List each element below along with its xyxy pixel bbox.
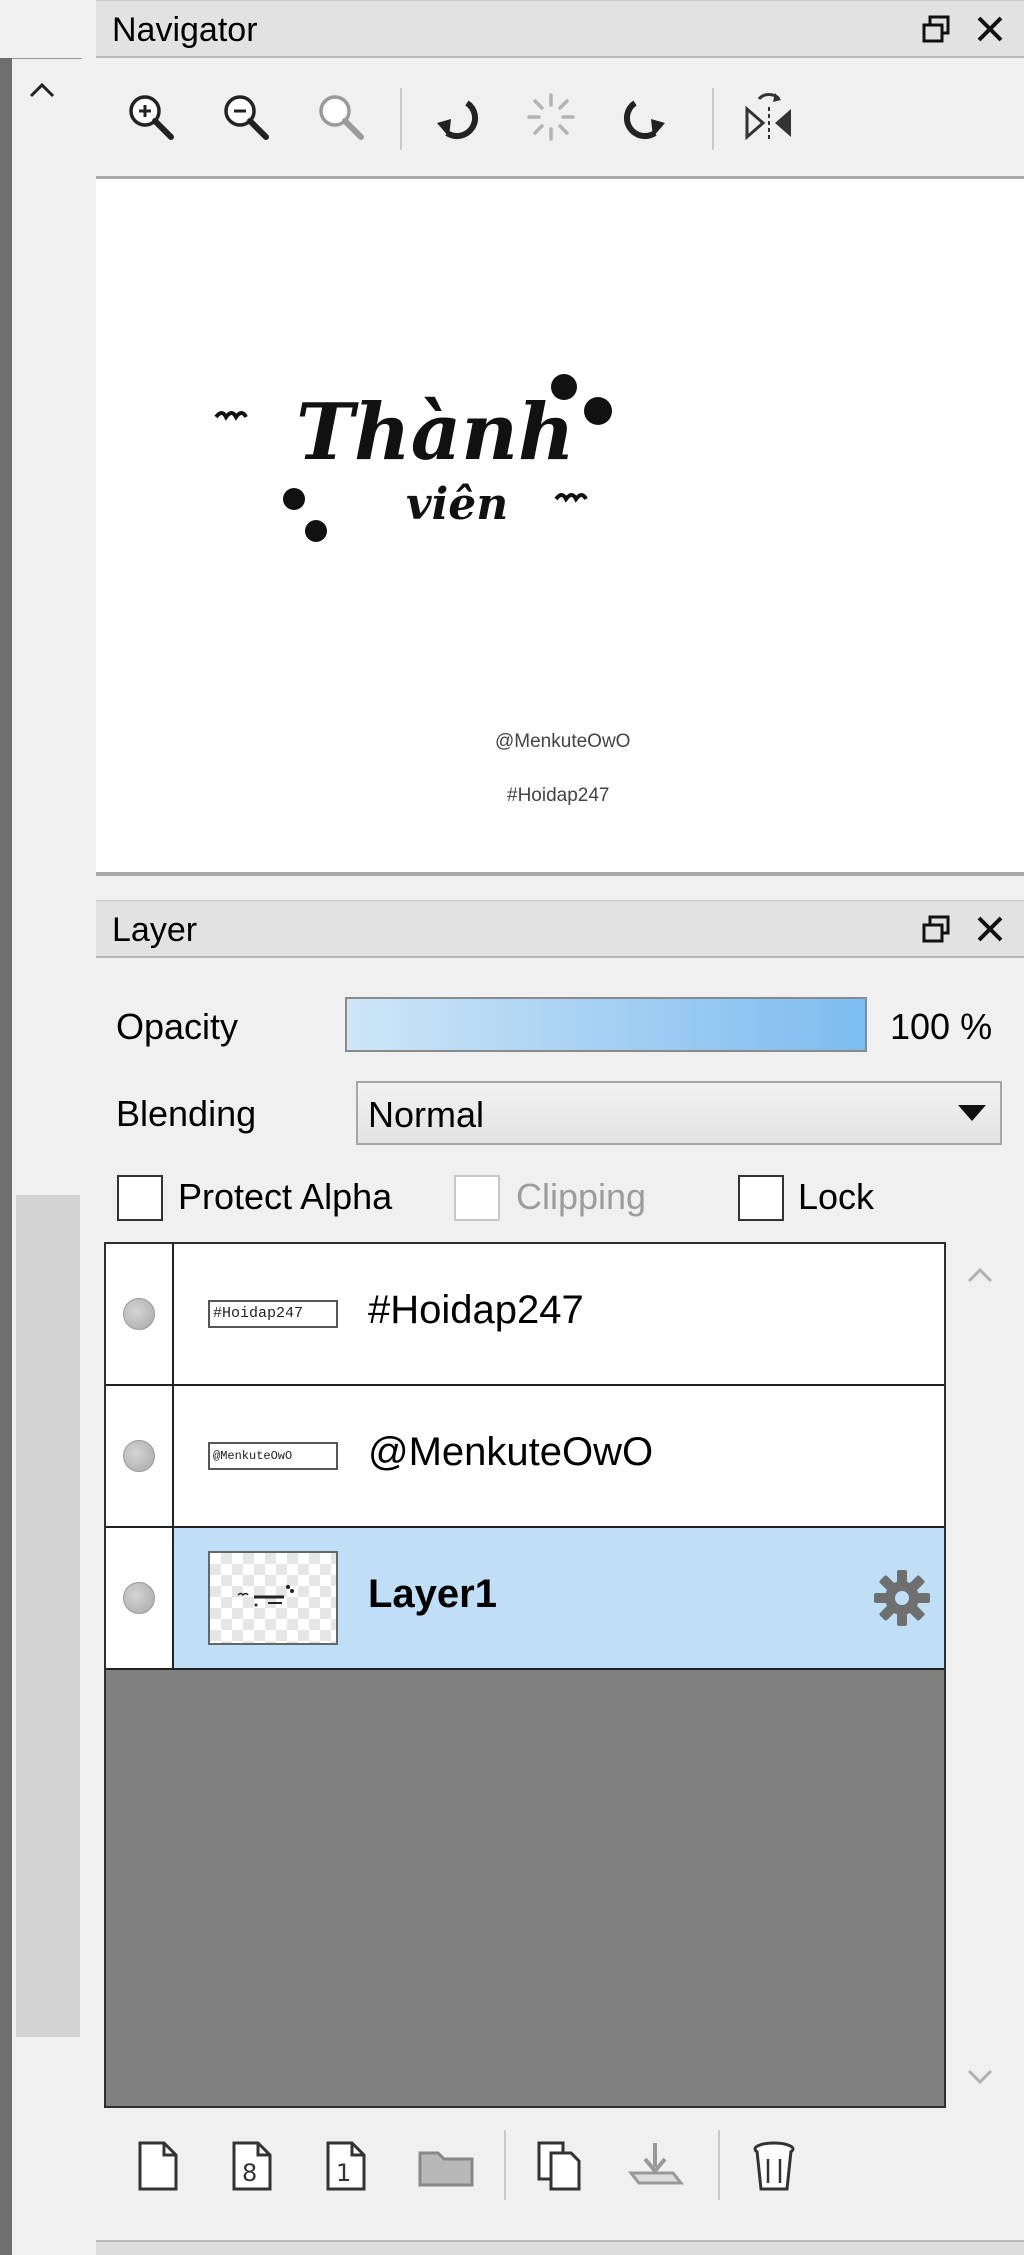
restore-window-icon [922,15,950,43]
rotate-reset-icon [527,93,575,141]
blending-selected-value: Normal [368,1094,485,1135]
rotate-left-button[interactable] [420,82,490,152]
layer-float-button[interactable] [914,907,958,951]
toolbar-separator [718,2130,720,2200]
artwork-tag-text: #Hoidap247 [507,785,610,806]
delete-layer-button[interactable] [742,2132,806,2200]
zoom-out-icon [224,95,269,140]
flip-horizontal-icon [745,93,791,141]
opacity-value: 100 % [890,1006,993,1047]
scroll-track-divider [12,58,82,59]
navigator-close-button[interactable] [968,7,1012,51]
protect-alpha-checkbox[interactable] [117,1175,163,1221]
opacity-label: Opacity [116,1006,239,1047]
blending-label: Blending [116,1093,257,1134]
new-folder-button[interactable] [414,2132,478,2200]
rotate-right-button[interactable] [612,82,682,152]
toolbar-separator [400,88,402,150]
chevron-up-icon[interactable] [966,1266,994,1284]
layer-name: @MenkuteOwO [368,1430,654,1474]
lock-checkbox[interactable] [738,1175,784,1221]
lock-label: Lock [798,1176,875,1217]
layer-thumbnail [208,1551,338,1645]
new-layer-icon [138,2141,178,2191]
app-root: Navigator Thành viên @MenkuteOwO #Hoidap… [0,0,1024,2255]
layer-row-selected[interactable]: Layer1 [106,1528,944,1670]
close-icon [977,916,1003,942]
panel-bottom-edge [96,2240,1024,2255]
layer-toolbar: 8 1 [96,2112,1024,2222]
svg-text:Thành: Thành [296,387,575,478]
layer-row[interactable]: @MenkuteOwO @MenkuteOwO [106,1386,944,1528]
clipping-checkbox[interactable] [454,1175,500,1221]
zoom-reset-icon [319,95,364,140]
new-folder-icon [418,2151,474,2187]
artwork-handle-text: @MenkuteOwO [495,731,631,752]
protect-alpha-label: Protect Alpha [178,1176,393,1217]
duplicate-layer-icon [537,2141,581,2191]
rotate-left-icon [437,100,478,140]
svg-text:8: 8 [242,2159,257,2187]
restore-window-icon [922,915,950,943]
visibility-dot-icon [123,1582,155,1614]
flip-horizontal-button[interactable] [734,82,804,152]
zoom-in-icon [129,95,174,140]
layer-thumbnail: @MenkuteOwO [208,1442,338,1470]
navigator-preview[interactable]: Thành viên @MenkuteOwO #Hoidap247 [96,176,1024,876]
layer-row[interactable]: #Hoidap247 #Hoidap247 [106,1244,944,1386]
layer-name: Layer1 [368,1572,497,1616]
new-8bit-layer-icon: 8 [232,2141,272,2191]
layer-list-scrollbar[interactable] [952,1242,1008,2108]
visibility-dot-icon [123,1440,155,1472]
svg-text:1: 1 [336,2159,351,2187]
svg-text:viên: viên [406,479,508,530]
chevron-up-icon [29,82,55,98]
new-1bit-layer-button[interactable]: 1 [314,2132,378,2200]
chevron-down-icon[interactable] [966,2068,994,2086]
rotate-reset-button[interactable] [516,82,586,152]
layer-close-button[interactable] [968,907,1012,951]
clipping-label: Clipping [516,1176,647,1217]
layer-list: #Hoidap247 #Hoidap247 @MenkuteOwO @Menku… [104,1242,946,2108]
navigator-float-button[interactable] [914,7,958,51]
layer-thumbnail: #Hoidap247 [208,1300,338,1328]
navigator-title: Navigator [112,11,258,49]
artwork-preview-image: Thành viên [214,374,612,542]
canvas-scroll-area [0,0,96,2255]
layer-thumbnail-art [237,1585,294,1607]
new-layer-button[interactable] [126,2132,190,2200]
toolbar-separator [712,88,714,150]
layer-panel-title: Layer [112,911,198,949]
visibility-dot-icon [123,1298,155,1330]
merge-down-button[interactable] [624,2132,688,2200]
merge-down-icon [627,2143,685,2185]
toolbar-separator [504,2130,506,2200]
layer-name: #Hoidap247 [368,1288,584,1332]
navigator-title-bar: Navigator [96,0,1024,58]
trash-icon [753,2141,795,2191]
layer-visibility-toggle[interactable] [106,1528,174,1668]
dropdown-arrow-icon [958,1105,986,1121]
zoom-reset-button[interactable] [306,82,376,152]
canvas-edge [0,58,12,2255]
layer-visibility-toggle[interactable] [106,1244,174,1384]
navigator-toolbar [96,58,1024,176]
duplicate-layer-button[interactable] [528,2132,592,2200]
layer-title-bar: Layer [96,900,1024,958]
zoom-out-button[interactable] [211,82,281,152]
canvas-scrollbar-thumb[interactable] [16,1195,80,2037]
opacity-slider[interactable] [345,997,867,1052]
close-icon [977,16,1003,42]
new-8bit-layer-button[interactable]: 8 [220,2132,284,2200]
new-1bit-layer-icon: 1 [326,2141,366,2191]
gear-icon[interactable] [870,1566,934,1630]
layer-visibility-toggle[interactable] [106,1386,174,1526]
zoom-in-button[interactable] [116,82,186,152]
scroll-up-button[interactable] [22,70,62,110]
rotate-right-icon [624,100,665,140]
blending-select[interactable]: Normal [356,1081,1002,1145]
